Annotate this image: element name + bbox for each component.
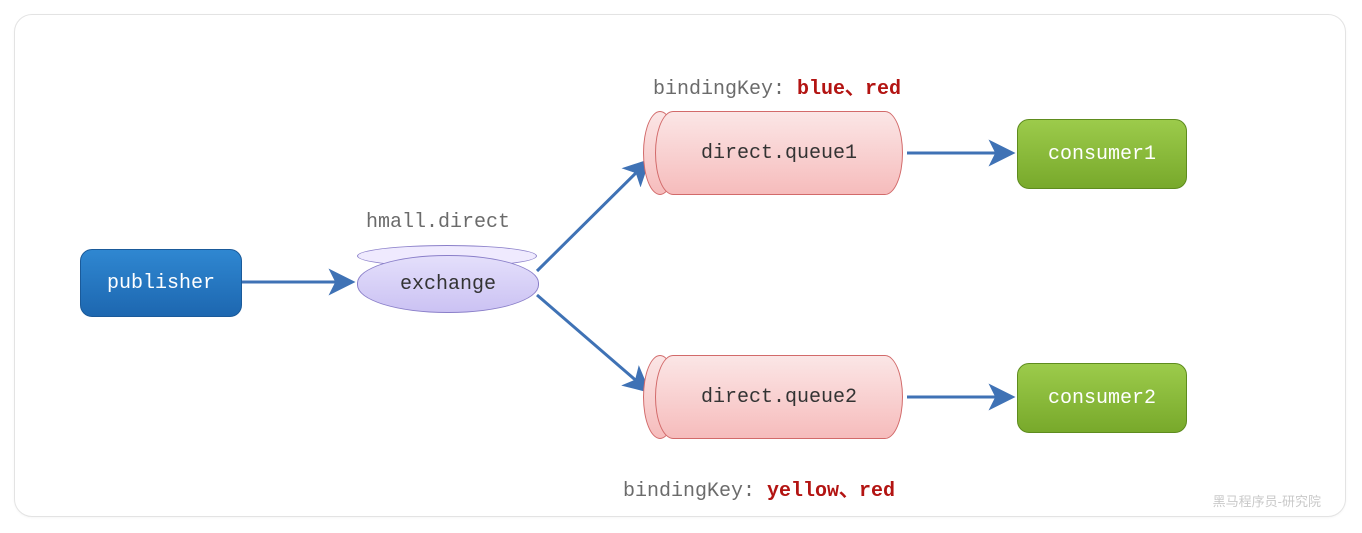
queue2-node: direct.queue2 <box>655 355 903 439</box>
consumer1-label: consumer1 <box>1048 143 1156 166</box>
exchange-label-text: exchange <box>400 273 496 296</box>
queue1-node: direct.queue1 <box>655 111 903 195</box>
bk2-prefix: bindingKey: <box>623 480 767 503</box>
consumer2-node: consumer2 <box>1017 363 1187 433</box>
queue2-binding-key: bindingKey: yellow、red <box>623 473 895 503</box>
queue2-label: direct.queue2 <box>701 386 857 409</box>
publisher-node: publisher <box>80 249 242 317</box>
bk1-prefix: bindingKey: <box>653 78 797 101</box>
bk1-keys: blue、red <box>797 78 901 101</box>
exchange-name: hmall.direct <box>366 211 510 234</box>
queue1-binding-key: bindingKey: blue、red <box>653 71 901 101</box>
queue1-label: direct.queue1 <box>701 142 857 165</box>
consumer1-node: consumer1 <box>1017 119 1187 189</box>
bk2-keys: yellow、red <box>767 480 895 503</box>
diagram-stage: publisher exchange hmall.direct direct.q… <box>15 15 1345 516</box>
diagram-frame: publisher exchange hmall.direct direct.q… <box>14 14 1346 517</box>
exchange-node: exchange <box>357 255 539 313</box>
arrow-exchange-to-queue1 <box>537 162 647 271</box>
arrow-exchange-to-queue2 <box>537 295 647 390</box>
consumer2-label: consumer2 <box>1048 387 1156 410</box>
watermark: 黑马程序员-研究院 <box>1213 491 1321 510</box>
publisher-label: publisher <box>107 272 215 295</box>
